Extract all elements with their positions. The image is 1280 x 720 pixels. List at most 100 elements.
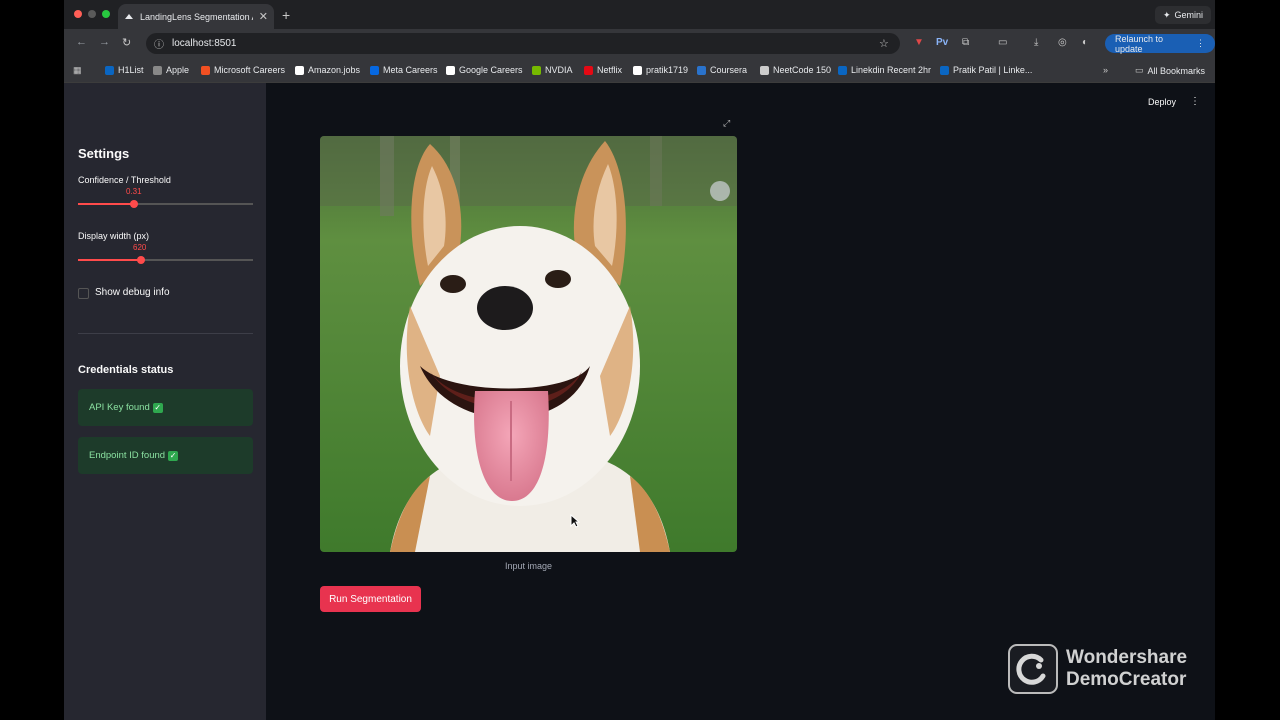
- chevron-double-right-icon[interactable]: »: [1103, 65, 1108, 75]
- microsoft-icon: [201, 65, 210, 75]
- check-mark-icon: ✓: [168, 450, 179, 461]
- google-icon: [446, 65, 455, 75]
- confidence-slider-thumb[interactable]: [130, 200, 138, 208]
- reload-icon[interactable]: ↻: [122, 36, 131, 49]
- deploy-button[interactable]: Deploy: [1148, 97, 1176, 107]
- sidebar: Settings Confidence / Threshold 0.31 Dis…: [64, 83, 266, 720]
- mouse-cursor-icon: [570, 514, 580, 528]
- netflix-icon: [584, 65, 593, 75]
- sparkle-icon: ✦: [1163, 9, 1171, 20]
- bookmark-label: Coursera: [710, 65, 748, 75]
- github-icon: [633, 65, 642, 75]
- browser-tab[interactable]: LandingLens Segmentation A ✕: [118, 4, 274, 29]
- forward-arrow-icon[interactable]: →: [99, 36, 110, 48]
- bookmark-item[interactable]: Pratik Patil | Linke...: [940, 65, 1032, 75]
- bookmark-item[interactable]: Google Careers: [446, 65, 523, 75]
- confidence-slider[interactable]: 0.31: [78, 187, 253, 208]
- bookmark-item[interactable]: H1List: [105, 65, 144, 75]
- bookmark-label: H1List: [118, 65, 144, 75]
- address-bar[interactable]: ⓘ localhost:8501: [146, 33, 900, 54]
- download-icon[interactable]: ⤓: [1034, 37, 1038, 48]
- linkedin-icon: [838, 65, 847, 75]
- url-text: localhost:8501: [172, 38, 237, 49]
- image-caption: Input image: [504, 561, 553, 571]
- bookmark-item[interactable]: Meta Careers: [370, 65, 438, 75]
- bookmark-item[interactable]: Linekdin Recent 2hr: [838, 65, 931, 75]
- bookmark-label: Linekdin Recent 2hr: [851, 65, 932, 75]
- new-tab-icon[interactable]: +: [282, 7, 290, 23]
- api-key-status-alert: API Key found ✓: [78, 389, 253, 426]
- run-segmentation-button[interactable]: Run Segmentation: [320, 586, 421, 612]
- bookmark-label: Amazon.jobs: [308, 65, 361, 75]
- cast-icon[interactable]: ▭: [998, 37, 1007, 48]
- tab-close-icon[interactable]: ✕: [259, 10, 268, 23]
- close-window-button[interactable]: [74, 10, 82, 18]
- debug-checkbox-label[interactable]: Show debug info: [95, 287, 170, 298]
- tab-bar: LandingLens Segmentation A ✕ + ✦ Gemini: [64, 0, 1215, 29]
- bookmark-item[interactable]: Microsoft Careers: [201, 65, 285, 75]
- bookmarks-bar: ▦ H1List Apple Microsoft Careers Amazon.job…: [64, 58, 1215, 83]
- display-width-label: Display width (px): [78, 231, 150, 241]
- bookmark-item[interactable]: Apple: [153, 65, 189, 75]
- dog-photo: [320, 136, 737, 552]
- display-width-slider-fill: [78, 259, 141, 261]
- display-width-slider[interactable]: 620: [78, 243, 253, 264]
- linkedin-icon: [940, 65, 949, 75]
- folder-icon: ▭: [1135, 65, 1144, 75]
- check-mark-icon: ✓: [152, 402, 163, 413]
- amazon-icon: [295, 65, 304, 75]
- bookmark-label: Netflix: [597, 65, 623, 75]
- site-info-icon[interactable]: ⓘ: [154, 36, 164, 51]
- browser-window: LandingLens Segmentation A ✕ + ✦ Gemini …: [64, 0, 1215, 720]
- bookmark-label: Apple: [166, 65, 190, 75]
- bookmark-label: NeetCode 150: [773, 65, 832, 75]
- neetcode-icon: [760, 65, 769, 75]
- bookmark-label: pratik1719: [646, 65, 689, 75]
- relaunch-button[interactable]: Relaunch to update ⋮: [1105, 33, 1215, 54]
- bookmark-label: Google Careers: [459, 65, 523, 75]
- bookmark-label: Microsoft Careers: [214, 65, 286, 75]
- bookmark-item[interactable]: Amazon.jobs: [295, 65, 360, 75]
- maximize-window-button[interactable]: [102, 10, 110, 18]
- extensions-puzzle-icon[interactable]: ⧉: [962, 37, 969, 48]
- minimize-window-button[interactable]: [88, 10, 96, 18]
- back-arrow-icon[interactable]: ←: [76, 36, 87, 48]
- sync-icon[interactable]: ◎: [1058, 37, 1067, 48]
- input-image: [320, 136, 737, 552]
- bookmark-label: Meta Careers: [383, 65, 438, 75]
- streamlit-favicon-icon: [124, 12, 134, 22]
- watermark-line-2: DemoCreator: [1066, 669, 1187, 690]
- bookmark-label: NVDIA: [545, 65, 573, 75]
- debug-checkbox[interactable]: [78, 288, 89, 299]
- bookmark-item[interactable]: NeetCode 150: [760, 65, 831, 75]
- all-bookmarks-button[interactable]: ▭ All Bookmarks: [1135, 65, 1205, 76]
- credentials-title: Credentials status: [78, 364, 174, 376]
- display-width-slider-thumb[interactable]: [137, 256, 145, 264]
- meta-icon: [370, 65, 379, 75]
- main-menu-icon[interactable]: ⋮: [1190, 96, 1200, 107]
- all-bookmarks-label: All Bookmarks: [1147, 65, 1206, 76]
- extension-red-icon[interactable]: ▼: [914, 37, 924, 48]
- democreator-watermark: Wondershare DemoCreator: [1008, 644, 1187, 694]
- bookmark-item[interactable]: NVDIA: [532, 65, 573, 75]
- confidence-slider-fill: [78, 203, 134, 205]
- extension-pv-icon[interactable]: Pv: [936, 37, 948, 48]
- sidebar-divider: [78, 333, 253, 334]
- linkedin-icon: [105, 65, 114, 75]
- endpoint-status-text: Endpoint ID found: [89, 450, 166, 461]
- profile-icon[interactable]: ◐: [1082, 37, 1088, 48]
- image-fullscreen-icon[interactable]: ⤢: [723, 118, 730, 129]
- bookmark-item[interactable]: Netflix: [584, 65, 622, 75]
- relaunch-label: Relaunch to update: [1115, 33, 1164, 54]
- confidence-label: Confidence / Threshold: [78, 175, 171, 185]
- nvidia-icon: [532, 65, 541, 75]
- democreator-logo-icon: [1008, 644, 1058, 694]
- bookmark-item[interactable]: Coursera: [697, 65, 747, 75]
- gemini-button[interactable]: ✦ Gemini: [1155, 6, 1212, 24]
- endpoint-status-alert: Endpoint ID found ✓: [78, 437, 253, 474]
- bookmark-label: Pratik Patil | Linke...: [953, 65, 1033, 75]
- bookmark-star-icon[interactable]: ☆: [879, 37, 889, 50]
- watermark-line-1: Wondershare: [1066, 647, 1188, 668]
- bookmark-item[interactable]: pratik1719: [633, 65, 688, 75]
- apps-grid-icon[interactable]: ▦: [73, 65, 82, 76]
